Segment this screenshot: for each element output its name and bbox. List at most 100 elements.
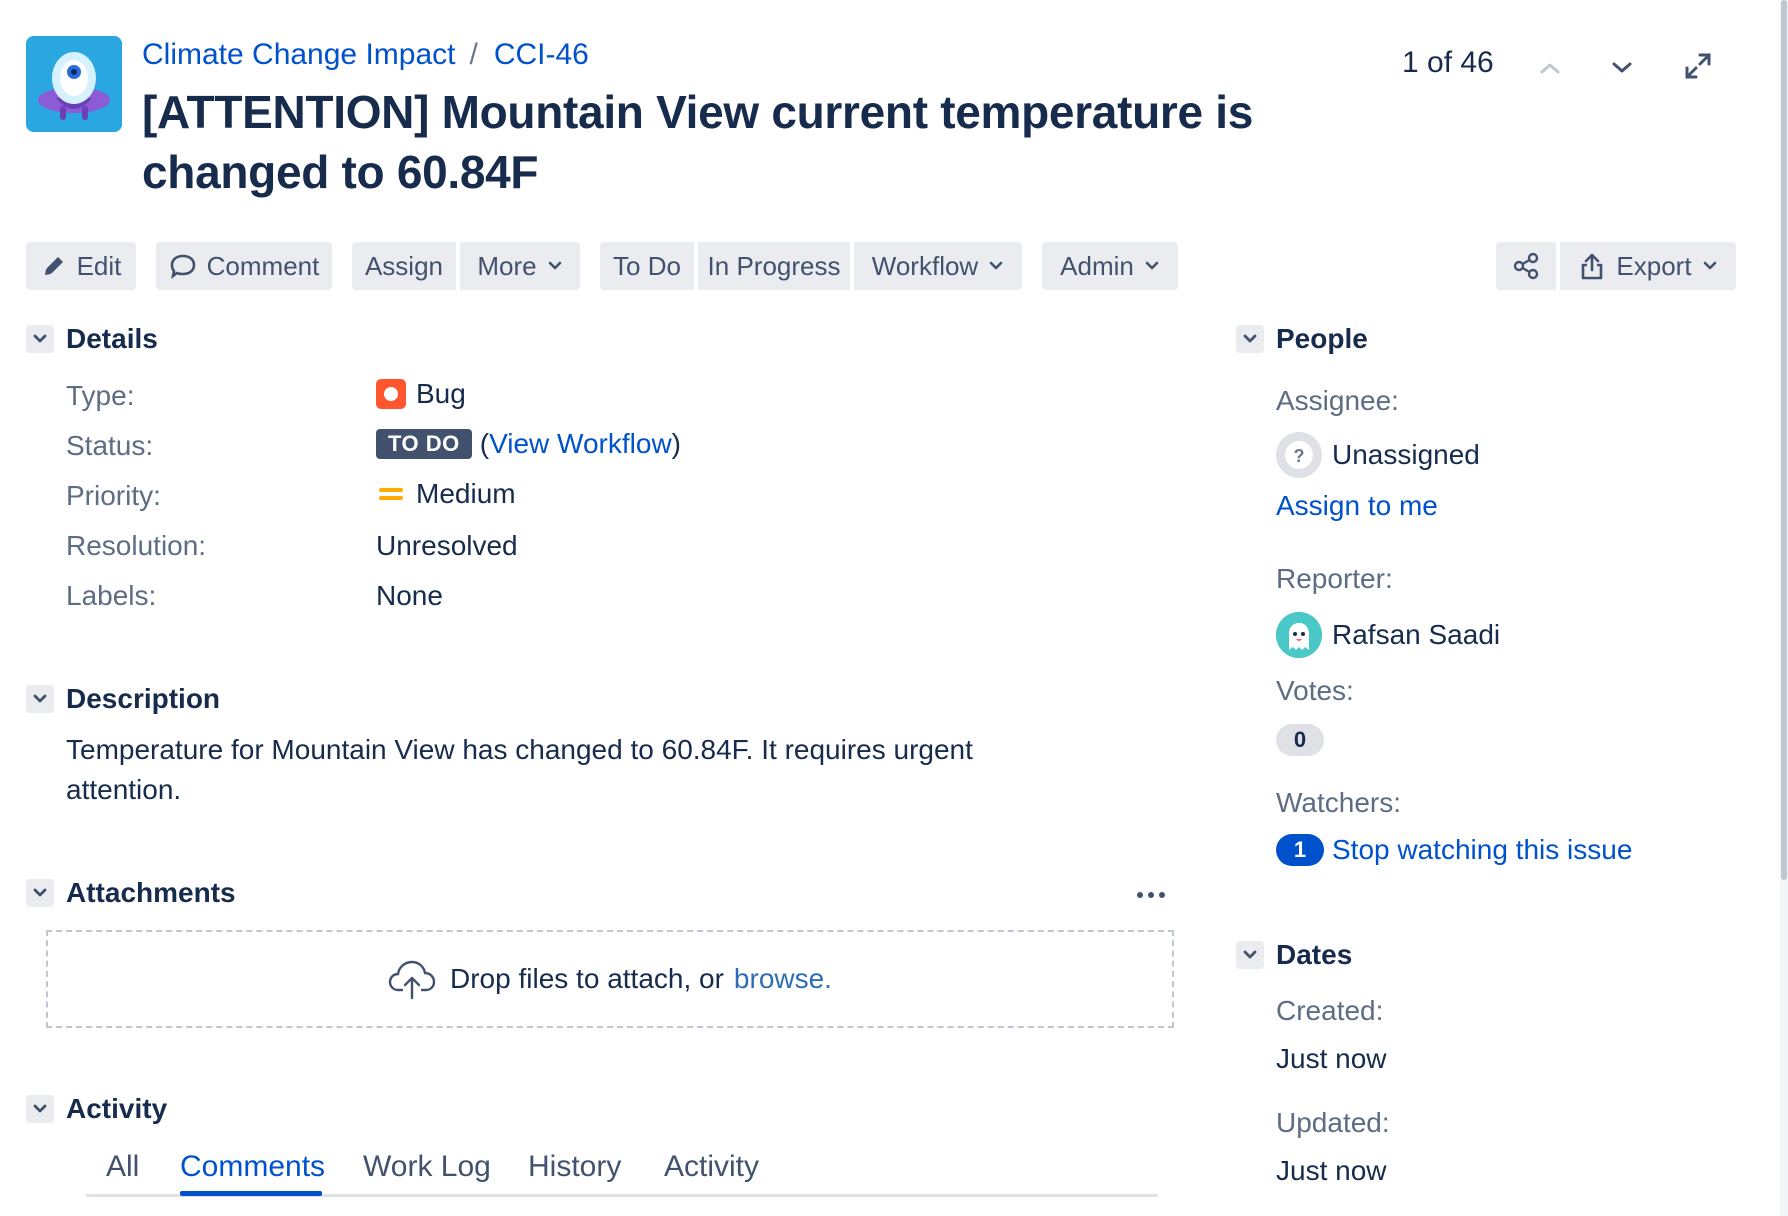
dropzone-text: Drop files to attach, or	[450, 963, 724, 994]
attachments-more-button[interactable]	[1134, 880, 1168, 910]
created-value: Just now	[1276, 1043, 1387, 1074]
watchers-count[interactable]: 1	[1276, 834, 1324, 866]
votes-label: Votes:	[1276, 675, 1354, 706]
next-issue-button[interactable]	[1602, 48, 1642, 88]
priority-value: Medium	[376, 478, 516, 510]
view-workflow-close-paren: )	[671, 428, 681, 459]
description-collapse-toggle[interactable]	[26, 685, 54, 713]
expand-view-button[interactable]	[1678, 46, 1718, 86]
reporter-label: Reporter:	[1276, 563, 1393, 594]
more-dropdown[interactable]: More	[460, 242, 580, 290]
assign-button[interactable]: Assign	[352, 242, 456, 290]
stop-watching-link[interactable]: Stop watching this issue	[1332, 834, 1632, 866]
type-label: Type:	[66, 380, 135, 411]
chevron-down-icon	[33, 334, 47, 343]
ghost-avatar-icon	[1276, 612, 1322, 658]
chevron-down-icon	[989, 261, 1003, 270]
unassigned-avatar: ?	[1276, 432, 1322, 478]
description-section-header[interactable]: Description	[26, 683, 220, 715]
labels-label: Labels:	[66, 580, 157, 611]
comment-button[interactable]: Comment	[156, 242, 332, 290]
share-button[interactable]	[1496, 242, 1556, 290]
tab-activity[interactable]: Activity	[664, 1150, 759, 1184]
attachments-section-header[interactable]: Attachments	[26, 877, 236, 909]
active-tab-indicator	[180, 1191, 322, 1196]
activity-collapse-toggle[interactable]	[26, 1095, 54, 1123]
attachments-collapse-toggle[interactable]	[26, 879, 54, 907]
tab-history[interactable]: History	[528, 1150, 621, 1184]
labels-value[interactable]: None	[376, 580, 443, 612]
type-value-text: Bug	[416, 378, 466, 409]
status-value: TO DO (View Workflow)	[376, 428, 681, 460]
votes-count-badge[interactable]: 0	[1276, 724, 1324, 756]
chevron-down-icon	[1612, 62, 1632, 73]
assign-to-me-link[interactable]: Assign to me	[1276, 490, 1438, 522]
type-value: Bug	[376, 378, 466, 410]
expand-icon	[1685, 53, 1711, 79]
edit-button[interactable]: Edit	[26, 242, 136, 290]
export-label: Export	[1616, 250, 1692, 281]
tab-comments[interactable]: Comments	[180, 1150, 325, 1184]
chevron-down-icon	[1243, 334, 1257, 343]
chevron-down-icon	[1145, 261, 1159, 270]
breadcrumb-issue-key-link[interactable]: CCI-46	[494, 38, 589, 71]
browse-link[interactable]: browse.	[734, 963, 832, 995]
reporter-value-text: Rafsan Saadi	[1332, 619, 1501, 650]
reporter-value[interactable]: Rafsan Saadi	[1276, 612, 1500, 658]
dates-heading: Dates	[1276, 939, 1353, 970]
breadcrumb-project-link[interactable]: Climate Change Impact	[142, 38, 455, 71]
export-dropdown[interactable]: Export	[1560, 242, 1736, 290]
workflow-dropdown[interactable]: Workflow	[854, 242, 1022, 290]
reporter-avatar	[1276, 612, 1322, 658]
updated-label: Updated:	[1276, 1107, 1390, 1138]
status-lozenge: TO DO	[376, 429, 472, 459]
chevron-up-icon	[1540, 63, 1560, 74]
view-workflow-link[interactable]: View Workflow	[489, 428, 672, 459]
svg-text:?: ?	[1294, 446, 1305, 466]
resolution-label: Resolution:	[66, 530, 207, 561]
previous-issue-button[interactable]	[1530, 48, 1570, 88]
attachment-dropzone[interactable]: Drop files to attach, or browse.	[46, 930, 1174, 1028]
admin-label: Admin	[1060, 250, 1134, 281]
transition-todo-button[interactable]: To Do	[600, 242, 694, 290]
updated-value: Just now	[1276, 1155, 1387, 1186]
chevron-down-icon	[1243, 950, 1257, 959]
project-avatar[interactable]	[26, 36, 122, 132]
priority-label: Priority:	[66, 480, 161, 511]
people-collapse-toggle[interactable]	[1236, 325, 1264, 353]
chevron-down-icon	[33, 888, 47, 897]
export-icon	[1582, 253, 1603, 280]
assignee-label: Assignee:	[1276, 385, 1399, 416]
details-collapse-toggle[interactable]	[26, 325, 54, 353]
activity-section-header[interactable]: Activity	[26, 1093, 167, 1125]
transition-in-progress-button[interactable]: In Progress	[698, 242, 850, 290]
status-label: Status:	[66, 430, 154, 461]
details-section-header[interactable]: Details	[26, 323, 158, 355]
chevron-down-icon	[548, 261, 561, 270]
admin-dropdown[interactable]: Admin	[1042, 242, 1178, 290]
view-workflow-open-paren: (	[479, 428, 490, 459]
dates-collapse-toggle[interactable]	[1236, 941, 1264, 969]
scrollbar-thumb[interactable]	[1781, 0, 1787, 880]
description-text[interactable]: Temperature for Mountain View has change…	[66, 730, 1046, 810]
assign-label: Assign	[364, 250, 444, 281]
people-section-header[interactable]: People	[1236, 323, 1368, 355]
share-icon	[1513, 252, 1539, 280]
resolution-value: Unresolved	[376, 530, 518, 561]
tab-work-log[interactable]: Work Log	[363, 1150, 491, 1184]
breadcrumb-separator: /	[469, 38, 478, 71]
assignee-value[interactable]: ? Unassigned	[1276, 432, 1480, 478]
created-label: Created:	[1276, 995, 1384, 1026]
watchers-value: 1 Stop watching this issue	[1276, 834, 1632, 866]
question-avatar-icon: ?	[1277, 433, 1321, 477]
tab-all[interactable]: All	[106, 1150, 139, 1184]
chevron-down-icon	[1703, 261, 1716, 270]
workflow-label: Workflow	[871, 250, 979, 281]
details-heading: Details	[66, 323, 158, 354]
breadcrumb: Climate Change Impact / CCI-46	[142, 38, 589, 72]
chevron-down-icon	[33, 694, 47, 703]
dates-section-header[interactable]: Dates	[1236, 939, 1352, 971]
more-label: More	[477, 250, 537, 281]
comment-icon	[170, 254, 195, 280]
more-dots-icon	[1137, 892, 1165, 898]
